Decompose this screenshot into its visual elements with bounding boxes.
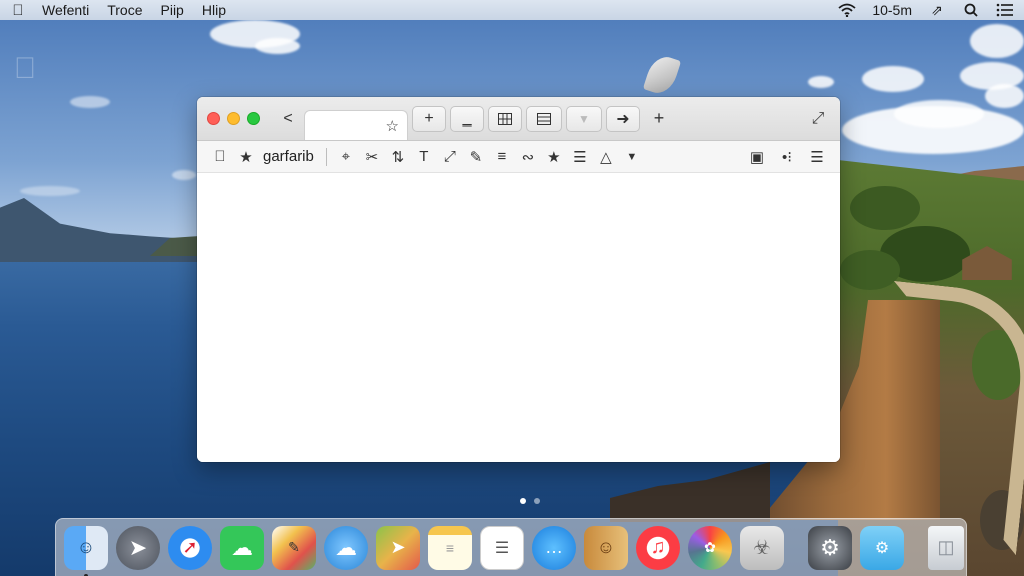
star-icon[interactable]: ★ [233,146,259,168]
textedit-icon[interactable]: ☰ [480,525,524,570]
toolbar-divider [325,147,327,166]
columns-icon: ‗ [462,109,472,127]
trees [850,186,920,230]
plus-icon: + [424,109,434,127]
chevron-down-icon: ▼ [578,111,590,126]
menu-clock[interactable]: 10-5m [872,2,912,18]
search-icon[interactable] [962,2,980,18]
cloud [985,84,1024,108]
menu-item-4[interactable]: Hlip [202,2,226,18]
contacts-icon[interactable]: ☺ [584,525,628,570]
add-button[interactable]: + [412,105,446,132]
format-toolbar:  ★ garfarib ⌖ ✂ ⇅ T ⤢ ✎ ≡ ∾ ★ ☰ △ ▼ ▣ •… [197,141,840,173]
leaf-icon [642,52,682,98]
safari-icon[interactable]: ➚ [168,525,212,570]
status-area: 10-5m ⇗ [838,2,1014,18]
menu-item-1[interactable]: Wefenti [42,2,89,18]
cloud [70,96,110,108]
arrow-right-icon: ➜ [616,110,630,128]
plus-icon: + [653,108,665,128]
scissors-icon[interactable]: ✂ [359,146,385,168]
cloud [862,66,924,92]
dropdown-button[interactable]: ▼ [566,105,602,132]
photos-icon[interactable]: ✿ [688,525,732,570]
toolbar-right-group: ▣ •⁝ ☰ [744,146,830,168]
cloud [808,76,834,88]
indent-icon[interactable]: ∾ [515,146,541,168]
music-icon[interactable]: ♫ [636,525,680,570]
close-button[interactable] [207,112,220,125]
adjust-icon[interactable]: •⁝ [774,146,800,168]
apple-menu-icon[interactable]:  [10,2,26,19]
window-controls [207,112,260,125]
messages-icon[interactable]: ☁ [220,525,264,570]
apple-icon[interactable]:  [207,146,233,168]
notification-center-icon[interactable] [996,2,1014,18]
table-button[interactable] [526,105,562,132]
title-bar[interactable]: < ☆ + ‗ ▼ ➜ + ⤢ [197,97,840,141]
finder-icon[interactable]: ☺ [64,525,108,576]
dock: ☺ ➤ ➚ ☁ ✎ ☁ ➤ ≡ ☰ … ☺ ♫ ✿ ☣ ⚙ ⚙ ◫ [55,518,967,576]
trash-icon[interactable]: ◫ [928,525,964,570]
system-preferences-icon[interactable]: ⚙ [808,525,852,570]
maps-icon[interactable]: ➤ [376,525,420,570]
fullscreen-icon: ⤢ [811,109,825,127]
folder-icon[interactable]: ⚙ [860,525,904,570]
list-icon[interactable]: ≡ [489,146,515,168]
menu-bar:  Wefenti Troce Piip Hlip 10-5m ⇗ [0,0,1024,20]
shuffle-icon[interactable]: ⇅ [385,146,411,168]
active-tab[interactable]: ☆ [304,110,408,140]
launchpad-icon[interactable]: ➤ [116,525,160,570]
cloud [172,170,196,180]
resize-icon[interactable]: ⤢ [437,146,463,168]
fullscreen-button[interactable]: ⤢ [806,107,830,131]
cloud [255,38,300,54]
menu-item-3[interactable]: Piip [161,2,184,18]
page-indicator [520,498,540,504]
menu-item-2[interactable]: Troce [107,2,142,18]
columns-button[interactable]: ‗ [450,105,484,132]
app-window: < ☆ + ‗ ▼ ➜ + ⤢  ★ garfarib ⌖ ✂ ⇅ T ⤢ ✎… [197,97,840,462]
wifi-icon[interactable] [838,2,856,18]
favorite-star-icon[interactable]: ★ [541,146,567,168]
bookmark-star-icon[interactable]: ☆ [386,117,399,135]
cloud [894,100,984,128]
grid-button[interactable] [488,105,522,132]
notes-icon[interactable]: ≡ [428,525,472,570]
text-format-icon[interactable]: T [411,146,437,168]
document-area[interactable] [197,174,840,462]
road [866,280,1024,556]
menu-list-icon[interactable]: ☰ [804,146,830,168]
weather-icon[interactable]: ☁ [324,525,368,570]
new-tab-button[interactable]: + [644,106,674,132]
minimize-button[interactable] [227,112,240,125]
apple-logo-icon:  [10,52,40,86]
pen-icon[interactable]: ✎ [463,146,489,168]
table-icon [537,112,551,125]
cloud [970,24,1024,58]
bullet-list-icon[interactable]: ☰ [567,146,593,168]
back-icon: < [283,109,293,127]
status-arrow-icon[interactable]: ⇗ [928,2,946,18]
app-icon[interactable]: ☣ [740,525,784,570]
toolbar-label[interactable]: garfarib [263,148,314,165]
grid-icon [498,112,512,125]
chat-icon[interactable]: … [532,525,576,570]
page-dot[interactable] [520,498,526,504]
back-button[interactable]: < [274,105,302,133]
caret-down-icon[interactable]: ▼ [619,146,645,168]
triangle-icon[interactable]: △ [593,146,619,168]
cloud [20,186,80,196]
image-icon[interactable]: ▣ [744,146,770,168]
trees [840,250,900,290]
zoom-button[interactable] [247,112,260,125]
sketch-icon[interactable]: ✎ [272,525,316,570]
forward-button[interactable]: ➜ [606,105,640,132]
zoom-region-icon[interactable]: ⌖ [333,146,359,168]
page-dot[interactable] [534,498,540,504]
